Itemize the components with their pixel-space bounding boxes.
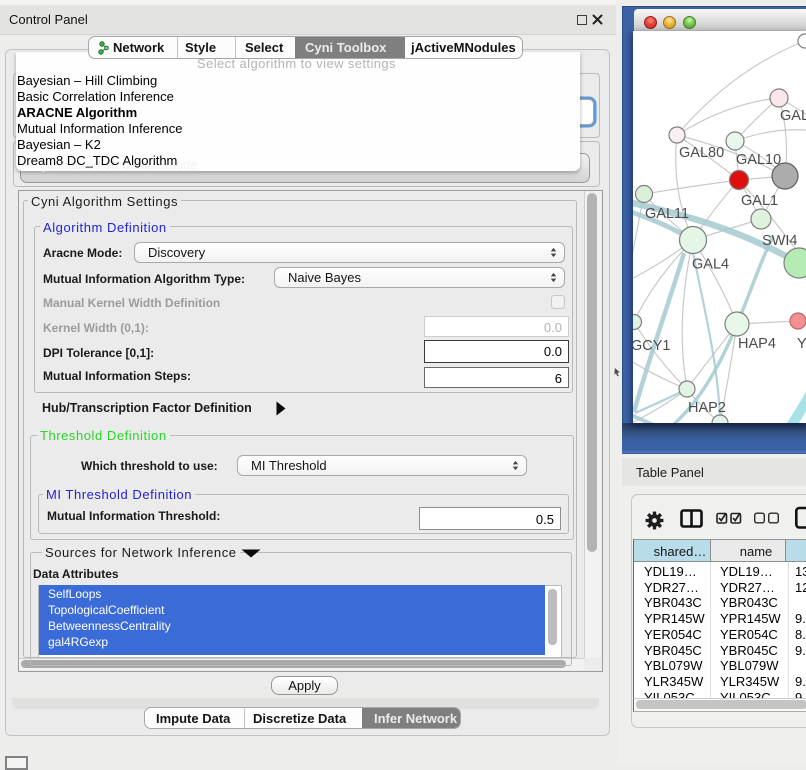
svg-text:GAL11: GAL11 — [645, 206, 689, 222]
svg-text:GCY1: GCY1 — [633, 338, 671, 354]
svg-text:HAP2: HAP2 — [688, 400, 726, 416]
svg-text:GAL4: GAL4 — [692, 257, 729, 273]
svg-text:HAP4: HAP4 — [738, 336, 776, 352]
svg-text:SWI4: SWI4 — [762, 233, 797, 249]
svg-text:GAL7: GAL7 — [780, 108, 806, 124]
svg-text:GAL10: GAL10 — [736, 152, 781, 168]
svg-text:Y: Y — [797, 336, 806, 352]
svg-text:GAL1: GAL1 — [741, 193, 778, 209]
svg-text:GAL80: GAL80 — [679, 145, 724, 161]
